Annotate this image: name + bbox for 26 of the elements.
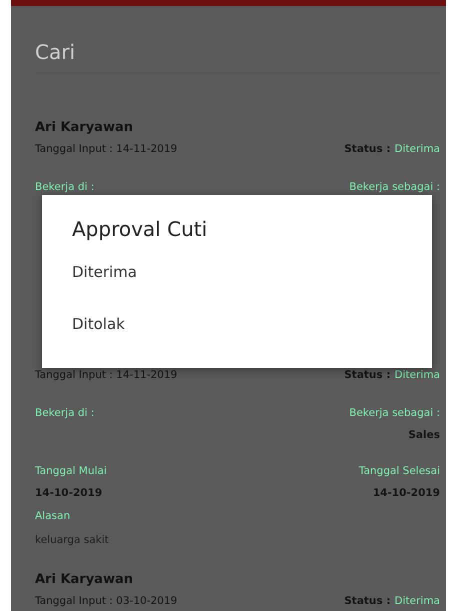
status-value: Diterima — [394, 142, 440, 157]
input-date: Tanggal Input : 14-11-2019 — [35, 142, 178, 157]
field-label: Alasan — [35, 509, 72, 524]
status-label: Status : — [344, 594, 391, 609]
input-date: Tanggal Input : 14-11-2019 — [35, 368, 178, 383]
field-label: Bekerja di : — [35, 180, 94, 195]
dialog-option[interactable]: Ditolak — [72, 311, 402, 337]
input-date: Tanggal Input : 03-10-2019 — [35, 594, 178, 609]
field-label: Tanggal Mulai — [35, 464, 107, 479]
field-label: Bekerja sebagai : — [349, 180, 440, 195]
field-value: keluarga sakit — [35, 533, 110, 548]
dialog-option[interactable]: Diterima — [72, 259, 402, 285]
field-label: Bekerja sebagai : — [349, 406, 440, 421]
field-value: 14-10-2019 — [35, 486, 102, 501]
field-value: Sales — [408, 428, 440, 443]
status-label: Status : — [344, 142, 391, 157]
employee-name: Ari Karyawan — [35, 571, 134, 589]
status-label: Status : — [344, 368, 391, 383]
status-value: Diterima — [394, 594, 440, 609]
field-label: Tanggal Selesai — [358, 464, 440, 479]
search-field[interactable]: Cari — [35, 32, 440, 74]
dialog-title: Approval Cuti — [72, 217, 208, 241]
field-label: Bekerja di : — [35, 406, 94, 421]
field-value: 14-10-2019 — [372, 486, 440, 501]
status-value: Diterima — [394, 368, 440, 383]
employee-name: Ari Karyawan — [35, 119, 134, 137]
